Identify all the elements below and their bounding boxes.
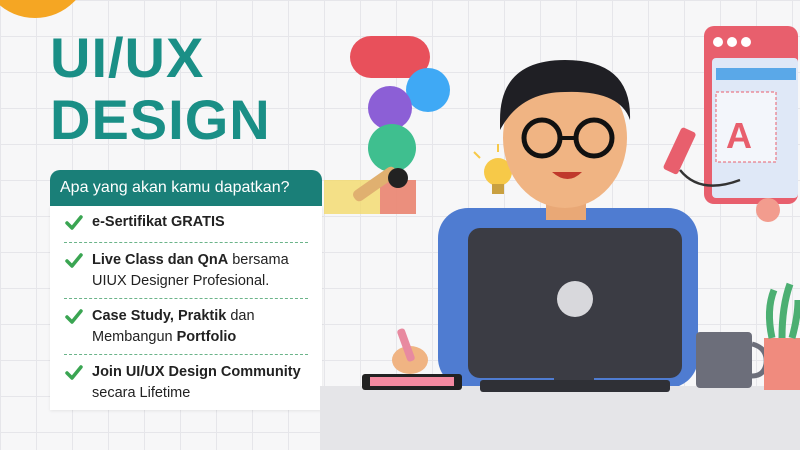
- benefit-item-certificate: e-Sertifikat GRATIS: [64, 212, 308, 233]
- title-line-2: DESIGN: [50, 88, 271, 151]
- plant-icon: [764, 282, 800, 390]
- divider: [64, 242, 308, 243]
- title-line-1: UI/UX: [50, 26, 205, 89]
- benefit-text: Join UI/UX Design Community secara Lifet…: [92, 364, 301, 401]
- designer-illustration: A: [320, 26, 800, 450]
- benefit-item-live-class: Live Class dan QnA bersama UIUX Designer…: [64, 250, 308, 292]
- laptop-icon: [468, 228, 682, 402]
- keyboard: [480, 380, 670, 392]
- divider: [64, 354, 308, 355]
- svg-text:A: A: [726, 115, 752, 156]
- desk: [320, 386, 800, 450]
- check-icon: [65, 215, 83, 230]
- benefit-text: Live Class dan QnA bersama UIUX Designer…: [92, 252, 289, 289]
- benefit-item-community: Join UI/UX Design Community secara Lifet…: [64, 362, 308, 404]
- check-icon: [65, 253, 83, 268]
- pen-icon: [324, 166, 416, 214]
- benefit-item-case-study: Case Study, Praktik dan Membangun Portfo…: [64, 306, 308, 348]
- benefit-text: Case Study, Praktik dan Membangun Portfo…: [92, 308, 255, 345]
- figma-logo-icon: [350, 36, 450, 172]
- corner-accent-shape: [0, 0, 90, 18]
- divider: [64, 298, 308, 299]
- benefit-text: e-Sertifikat GRATIS: [92, 214, 225, 230]
- benefits-header: Apa yang akan kamu dapatkan?: [50, 170, 322, 206]
- check-icon: [65, 365, 83, 380]
- design-window-icon: A: [663, 26, 798, 222]
- mug-icon: [696, 332, 769, 388]
- benefits-card: e-Sertifikat GRATIS Live Class dan QnA b…: [50, 206, 322, 410]
- check-icon: [65, 309, 83, 324]
